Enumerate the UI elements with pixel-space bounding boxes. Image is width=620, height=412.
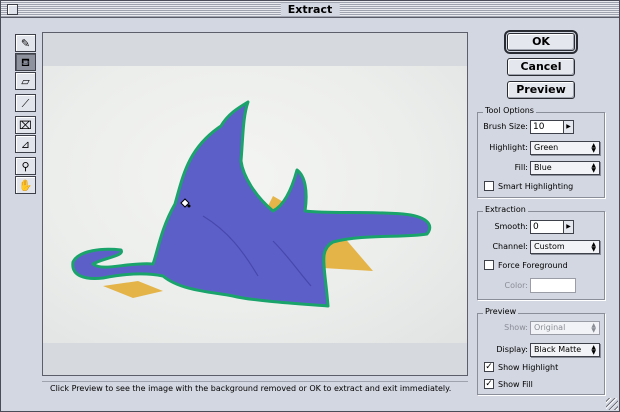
- highlight-value: Green: [534, 143, 559, 152]
- tool-options-group: Tool Options Brush Size: 10 ▶ Highlight:…: [477, 106, 605, 198]
- smooth-slider-arrow-icon[interactable]: ▶: [563, 220, 574, 234]
- smart-highlighting-label: Smart Highlighting: [498, 182, 574, 191]
- eraser-icon[interactable]: ▱: [15, 72, 36, 90]
- channel-value: Custom: [534, 242, 565, 251]
- smooth-label: Smooth:: [494, 222, 528, 231]
- close-box[interactable]: [7, 4, 18, 15]
- preview-canvas[interactable]: [42, 32, 468, 376]
- window-title: Extract: [280, 3, 340, 16]
- cancel-button[interactable]: Cancel: [507, 58, 575, 76]
- show-row: Show: Original ▲ ▼: [478, 321, 604, 335]
- show-highlight-label: Show Highlight: [498, 363, 559, 372]
- brush-size-label: Brush Size:: [483, 122, 528, 131]
- smooth-field[interactable]: 0: [530, 220, 564, 234]
- smart-highlighting-row: Smart Highlighting: [478, 180, 604, 194]
- brush-size-slider-arrow-icon[interactable]: ▶: [563, 120, 574, 134]
- edge-touchup-icon[interactable]: ⊿: [15, 135, 36, 153]
- fill-label: Fill:: [514, 163, 528, 172]
- fill-value: Blue: [534, 163, 552, 172]
- ok-button[interactable]: OK: [504, 30, 578, 54]
- channel-row: Channel: Custom ▲ ▼: [478, 240, 604, 254]
- preview-button[interactable]: Preview: [507, 81, 575, 99]
- display-select[interactable]: Black Matte ▲ ▼: [530, 343, 600, 357]
- show-fill-row: ✓ Show Fill: [478, 378, 604, 392]
- color-label: Color:: [504, 281, 528, 290]
- display-value: Black Matte: [534, 345, 582, 354]
- popup-arrows-icon: ▲ ▼: [591, 142, 596, 154]
- force-foreground-row: Force Foreground: [478, 259, 604, 273]
- display-label: Display:: [496, 345, 528, 354]
- zoom-icon[interactable]: ⚲: [15, 157, 36, 175]
- force-foreground-label: Force Foreground: [498, 261, 568, 270]
- popup-arrows-icon: ▲ ▼: [591, 322, 596, 334]
- resize-handle[interactable]: [606, 398, 618, 410]
- channel-select[interactable]: Custom ▲ ▼: [530, 240, 600, 254]
- show-select[interactable]: Original ▲ ▼: [530, 321, 600, 335]
- title-bar[interactable]: Extract: [1, 1, 619, 18]
- extraction-group: Extraction Smooth: 0 ▶ Channel: Custom ▲ ▼…: [477, 205, 605, 300]
- show-highlight-row: ✓ Show Highlight: [478, 361, 604, 375]
- extract-dialog: Extract ✎ ⛾ ▱ ⟋ ⌧ ⊿ ⚲ ✋ Click Preview to see th…: [0, 0, 620, 412]
- show-value: Original: [534, 323, 566, 332]
- popup-arrows-icon: ▲ ▼: [591, 344, 596, 356]
- tool-options-label: Tool Options: [483, 106, 536, 115]
- status-bar: Click Preview to see the image with the …: [42, 381, 468, 396]
- eyedropper-icon[interactable]: ⟋: [15, 94, 36, 112]
- color-row: Color:: [478, 278, 604, 293]
- fill-region: [71, 100, 432, 308]
- popup-arrows-icon: ▲ ▼: [591, 241, 596, 253]
- fill-row: Fill: Blue ▲ ▼: [478, 161, 604, 175]
- highlight-label: Highlight:: [489, 143, 528, 152]
- popup-arrows-icon: ▲ ▼: [591, 162, 596, 174]
- image-preview[interactable]: [43, 66, 467, 343]
- show-label: Show:: [504, 323, 528, 332]
- fill-select[interactable]: Blue ▲ ▼: [530, 161, 600, 175]
- show-highlight-checkbox[interactable]: ✓: [484, 362, 494, 372]
- smart-highlighting-checkbox[interactable]: [484, 181, 494, 191]
- fill-bucket-icon[interactable]: ⛾: [15, 53, 36, 71]
- preview-group: Preview Show: Original ▲ ▼ Display: Black …: [477, 307, 605, 395]
- edge-highlighter-icon[interactable]: ✎: [15, 34, 36, 52]
- highlighted-object: [71, 100, 432, 308]
- smooth-row: Smooth: 0 ▶: [478, 220, 604, 234]
- tool-palette: ✎ ⛾ ▱ ⟋ ⌧ ⊿ ⚲ ✋: [15, 34, 38, 195]
- cleanup-icon[interactable]: ⌧: [15, 116, 36, 134]
- show-fill-checkbox[interactable]: ✓: [484, 379, 494, 389]
- show-fill-label: Show Fill: [498, 380, 533, 389]
- extraction-label: Extraction: [483, 205, 528, 214]
- display-row: Display: Black Matte ▲ ▼: [478, 343, 604, 357]
- fill-cursor-icon: [179, 197, 191, 208]
- preview-group-label: Preview: [483, 307, 519, 316]
- color-swatch[interactable]: [530, 278, 576, 293]
- highlight-row: Highlight: Green ▲ ▼: [478, 141, 604, 155]
- brush-size-field[interactable]: 10: [530, 120, 564, 134]
- channel-label: Channel:: [492, 242, 528, 251]
- highlight-select[interactable]: Green ▲ ▼: [530, 141, 600, 155]
- brush-size-row: Brush Size: 10 ▶: [478, 120, 604, 134]
- hand-icon[interactable]: ✋: [15, 176, 36, 194]
- force-foreground-checkbox[interactable]: [484, 260, 494, 270]
